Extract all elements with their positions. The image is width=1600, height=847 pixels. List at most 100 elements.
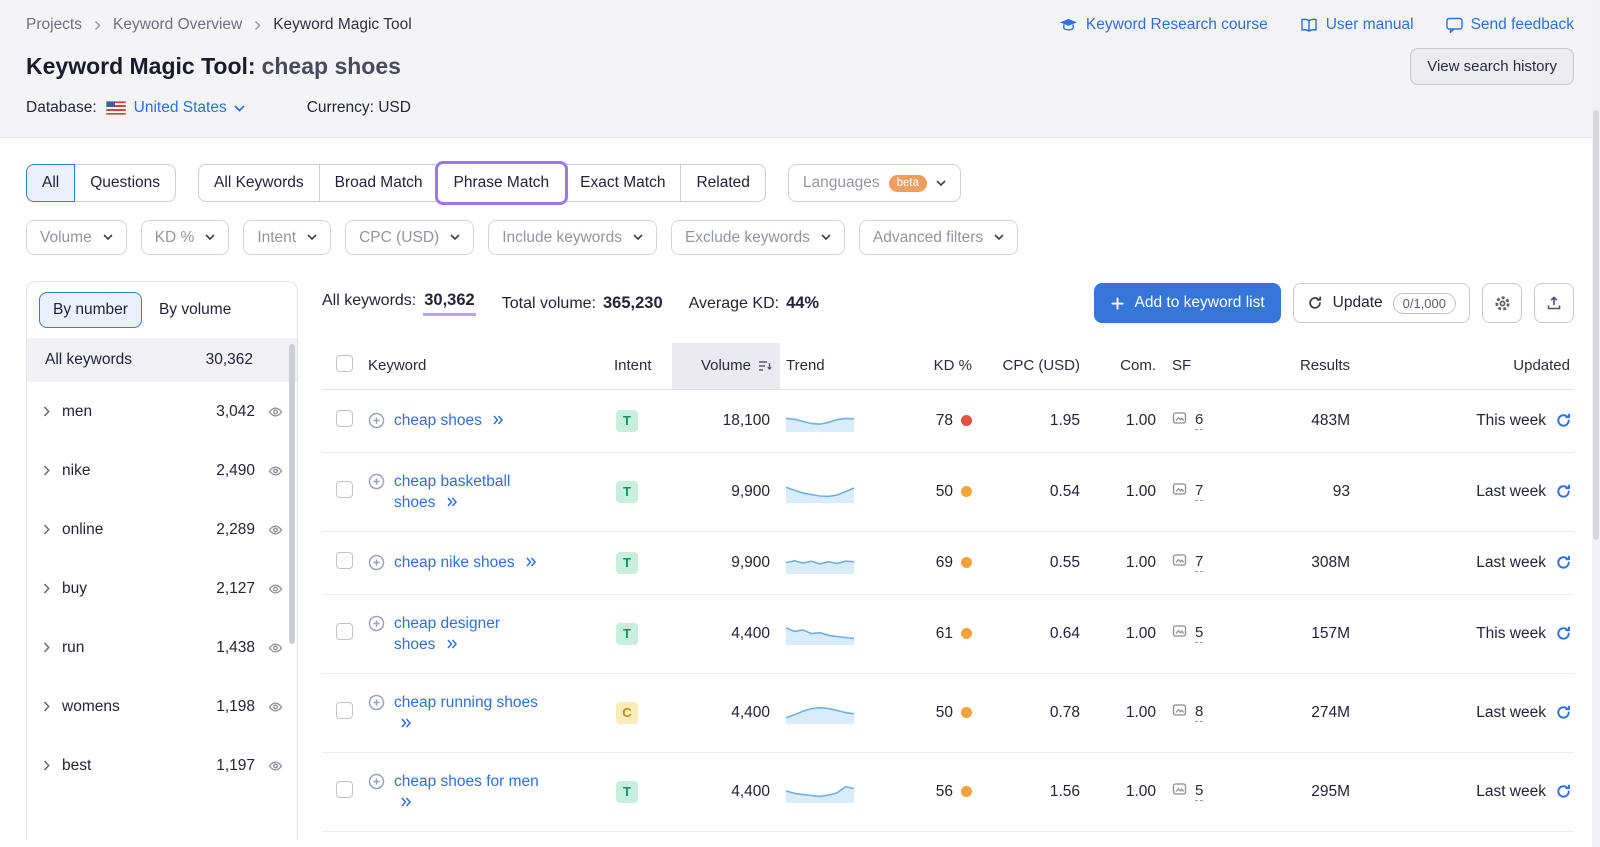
intent-badge[interactable]: T [616,781,638,803]
view-search-history-button[interactable]: View search history [1410,48,1574,85]
intent-badge[interactable]: T [616,481,638,503]
keyword-research-course-link[interactable]: Keyword Research course [1059,16,1268,34]
sidebar-item-all-keywords[interactable]: All keywords 30,362 [27,338,297,382]
sidebar-scrollbar[interactable] [289,344,295,644]
breadcrumb-keyword-overview[interactable]: Keyword Overview [113,16,242,34]
column-header-sf[interactable]: SF [1166,343,1246,389]
column-header-com[interactable]: Com. [1090,343,1166,389]
open-serp-icon[interactable] [446,634,458,655]
filter-volume[interactable]: Volume [26,220,127,255]
row-checkbox[interactable] [336,623,353,640]
tab-exact-match[interactable]: Exact Match [564,164,681,202]
eye-icon[interactable] [268,583,283,595]
eye-icon[interactable] [268,406,283,418]
languages-dropdown[interactable]: Languages beta [788,164,961,202]
add-keyword-icon[interactable] [368,773,385,790]
select-all-checkbox[interactable] [336,355,353,372]
sidebar-group-men[interactable]: men 3,042 [27,382,297,441]
eye-icon[interactable] [268,642,283,654]
sidebar-group-womens[interactable]: womens 1,198 [27,677,297,736]
sidebar-group-buy[interactable]: buy 2,127 [27,559,297,618]
sf-count-link[interactable]: 7 [1195,482,1203,501]
sidebar-group-run[interactable]: run 1,438 [27,618,297,677]
column-header-cpc[interactable]: CPC (USD) [982,343,1090,389]
send-feedback-link[interactable]: Send feedback [1446,16,1574,34]
eye-icon[interactable] [268,760,283,772]
refresh-row-icon[interactable] [1555,554,1572,571]
chevron-right-icon[interactable] [43,760,51,771]
intent-badge[interactable]: T [616,552,638,574]
refresh-row-icon[interactable] [1555,483,1572,500]
row-checkbox[interactable] [336,552,353,569]
column-header-volume[interactable]: Volume [672,343,780,389]
column-header-keyword[interactable]: Keyword [368,343,606,389]
intent-badge[interactable]: C [616,702,638,724]
filter-include-keywords[interactable]: Include keywords [488,220,657,255]
add-to-keyword-list-button[interactable]: Add to keyword list [1094,283,1281,323]
page-scrollbar[interactable] [1593,110,1599,540]
eye-icon[interactable] [268,701,283,713]
chevron-right-icon[interactable] [43,524,51,535]
add-keyword-icon[interactable] [368,694,385,711]
chevron-right-icon[interactable] [43,701,51,712]
eye-icon[interactable] [268,465,283,477]
row-checkbox[interactable] [336,481,353,498]
export-button[interactable] [1534,283,1574,323]
row-checkbox[interactable] [336,781,353,798]
refresh-row-icon[interactable] [1555,412,1572,429]
tab-related[interactable]: Related [680,164,765,202]
filter-kd[interactable]: KD % [141,220,230,255]
chevron-right-icon[interactable] [43,465,51,476]
filter-exclude-keywords[interactable]: Exclude keywords [671,220,845,255]
tab-broad-match[interactable]: Broad Match [319,164,439,202]
keyword-link[interactable]: cheap nike shoes [394,554,515,571]
column-header-intent[interactable]: Intent [606,343,672,389]
toggle-by-volume[interactable]: By volume [145,292,245,328]
user-manual-link[interactable]: User manual [1300,16,1414,34]
add-keyword-icon[interactable] [368,554,385,571]
sf-count-link[interactable]: 7 [1195,553,1203,572]
sf-count-link[interactable]: 6 [1195,411,1203,430]
filter-cpc-usd[interactable]: CPC (USD) [345,220,474,255]
database-selector[interactable]: United States [134,99,245,117]
keyword-link[interactable]: cheap shoes for men [394,773,539,790]
add-keyword-icon[interactable] [368,615,385,632]
column-header-trend[interactable]: Trend [780,343,892,389]
refresh-row-icon[interactable] [1555,625,1572,642]
open-serp-icon[interactable] [400,792,412,813]
table-settings-button[interactable] [1482,283,1522,323]
sf-count-link[interactable]: 5 [1195,782,1203,801]
refresh-row-icon[interactable] [1555,704,1572,721]
chevron-right-icon[interactable] [43,583,51,594]
refresh-row-icon[interactable] [1555,783,1572,800]
intent-badge[interactable]: T [616,623,638,645]
column-header-kd[interactable]: KD % [892,343,982,389]
sidebar-group-online[interactable]: online 2,289 [27,500,297,559]
open-serp-icon[interactable] [400,713,412,734]
tab-all[interactable]: All [26,164,75,202]
open-serp-icon[interactable] [492,410,504,431]
filter-advanced-filters[interactable]: Advanced filters [859,220,1018,255]
sf-count-link[interactable]: 5 [1195,624,1203,643]
column-header-updated[interactable]: Updated [1360,343,1574,389]
open-serp-icon[interactable] [446,492,458,513]
toggle-by-number[interactable]: By number [39,292,142,328]
keyword-link[interactable]: cheap shoes [394,412,482,429]
eye-icon[interactable] [268,524,283,536]
filter-intent[interactable]: Intent [243,220,331,255]
add-keyword-icon[interactable] [368,473,385,490]
intent-badge[interactable]: T [616,410,638,432]
tab-all-keywords[interactable]: All Keywords [198,164,320,202]
column-header-results[interactable]: Results [1246,343,1360,389]
sf-count-link[interactable]: 8 [1195,703,1203,722]
row-checkbox[interactable] [336,410,353,427]
tab-questions[interactable]: Questions [74,164,176,202]
sidebar-group-best[interactable]: best 1,197 [27,736,297,795]
breadcrumb-projects[interactable]: Projects [26,16,82,34]
update-button[interactable]: Update 0/1,000 [1293,283,1470,323]
open-serp-icon[interactable] [525,552,537,573]
row-checkbox[interactable] [336,702,353,719]
keyword-link[interactable]: cheap running shoes [394,694,538,711]
add-keyword-icon[interactable] [368,412,385,429]
sidebar-group-nike[interactable]: nike 2,490 [27,441,297,500]
